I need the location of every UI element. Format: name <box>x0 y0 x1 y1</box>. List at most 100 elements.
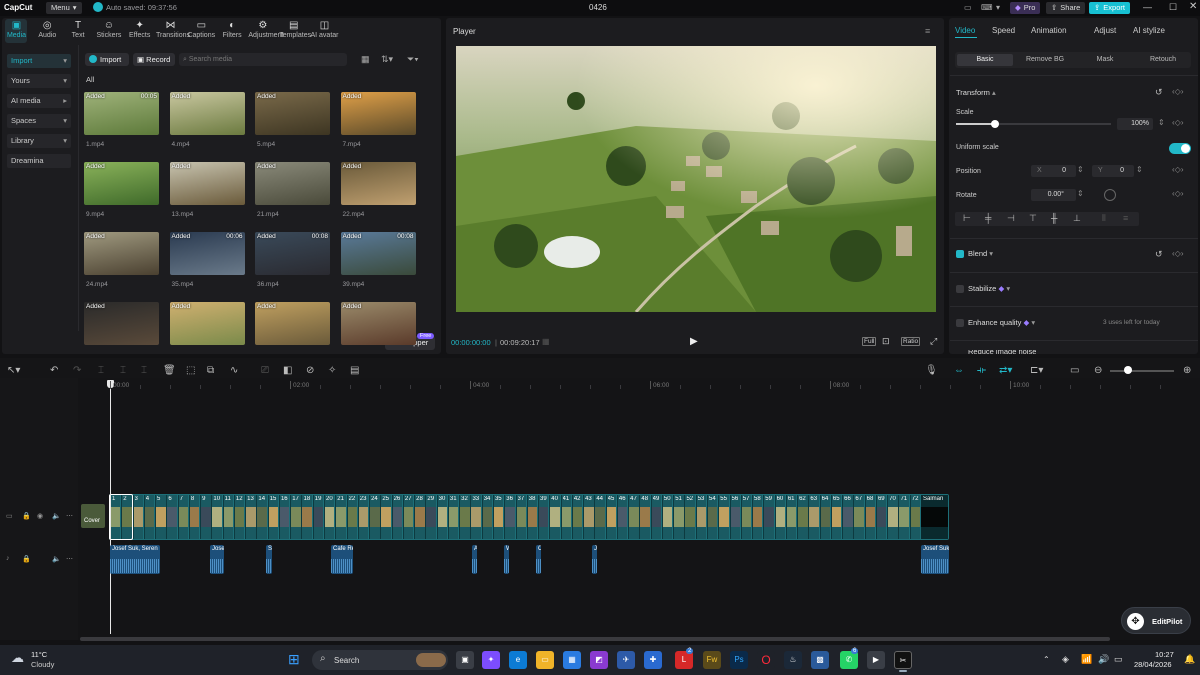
media-thumbnail[interactable]: Added <box>84 302 159 345</box>
taskbar-search[interactable]: ⌕ Search <box>312 650 448 670</box>
timeline-clip[interactable]: 18 <box>301 495 312 539</box>
media-thumbnail[interactable]: Added 00:08 <box>255 232 330 275</box>
timeline-clip[interactable]: 19 <box>312 495 324 539</box>
media-thumbnail[interactable]: Added <box>84 232 159 275</box>
lock-icon[interactable]: 🔒 <box>22 555 31 563</box>
lock-icon[interactable]: 🔒 <box>22 512 31 520</box>
fireworks-icon[interactable]: Fw <box>703 651 721 669</box>
stepper-icon[interactable]: ⇕ <box>1077 165 1084 174</box>
timeline-clip[interactable]: 32 <box>459 495 470 539</box>
media-thumbnail[interactable]: Added <box>255 92 330 135</box>
timeline-clip[interactable]: 36 <box>504 495 515 539</box>
timeline-clip[interactable]: 38 <box>526 495 538 539</box>
player-preview[interactable] <box>456 46 936 312</box>
eye-icon[interactable]: ◉ <box>37 512 43 520</box>
windows-start-icon[interactable]: ⊞ <box>288 651 300 668</box>
magic-icon[interactable]: ✧ <box>328 365 336 376</box>
timeline-clip[interactable]: 47 <box>628 495 639 539</box>
timeline-clip[interactable]: 67 <box>853 495 864 539</box>
audio-clip[interactable]: A <box>472 545 477 574</box>
weather-icon[interactable]: ☁ <box>11 650 24 666</box>
timeline-clip[interactable]: 69 <box>875 495 887 539</box>
timeline-scrollbar[interactable] <box>80 637 1110 641</box>
audio-clip[interactable]: Josef Suk <box>921 545 949 574</box>
app-icon-2[interactable]: ✚ <box>644 651 662 669</box>
tray-chevron-icon[interactable]: ⌃ <box>1043 655 1050 664</box>
timeline-clip[interactable]: 54 <box>706 495 718 539</box>
timeline-clip[interactable]: 56 <box>729 495 740 539</box>
subtab-basic[interactable]: Basic <box>957 54 1013 66</box>
split-right-icon[interactable]: ⌶ <box>141 365 147 376</box>
timeline-clip[interactable]: 5 <box>155 495 166 539</box>
split-left-icon[interactable]: ⌶ <box>120 365 126 376</box>
volume-icon[interactable]: 🔊 <box>1098 654 1109 665</box>
toolbar-captions[interactable]: ▭ Captions <box>187 20 216 39</box>
toolbar-stickers[interactable]: ☺ Stickers <box>94 20 123 39</box>
timeline-clip[interactable]: 10 <box>211 495 222 539</box>
timeline-clip[interactable]: 61 <box>785 495 797 539</box>
media-thumbnail[interactable]: Added <box>255 302 330 345</box>
media-thumbnail[interactable]: Added <box>169 162 245 205</box>
search-input[interactable]: ⌕ Search media <box>179 53 347 66</box>
sort-icon[interactable]: ⇅▾ <box>381 54 393 65</box>
battery-icon[interactable]: ▭ <box>1114 654 1123 665</box>
capcut-icon[interactable]: ✂ <box>894 651 912 669</box>
tab-animation[interactable]: Animation <box>1031 26 1067 35</box>
flip-icon[interactable]: ◧ <box>283 365 292 376</box>
shortcuts-icon[interactable]: ⌨ <box>981 3 993 12</box>
media-thumbnail[interactable]: Added <box>340 162 416 205</box>
keyframe-icon[interactable]: ‹◇› <box>1172 189 1183 198</box>
media-player-icon[interactable]: ▶ <box>867 651 885 669</box>
player-menu-icon[interactable]: ≡ <box>925 26 930 36</box>
blend-label[interactable]: Blend ▾ <box>968 249 993 258</box>
timeline-clip[interactable]: 13 <box>245 495 256 539</box>
media-thumbnail[interactable]: Added <box>340 302 416 345</box>
split-icon[interactable]: ⌶ <box>98 365 104 376</box>
full-quality-button[interactable]: Full <box>862 337 877 346</box>
media-thumbnail[interactable]: Added <box>340 92 416 135</box>
zoom-out-icon[interactable]: ⊖ <box>1094 365 1102 376</box>
enhance-checkbox[interactable] <box>956 319 964 327</box>
media-thumbnail[interactable]: Added <box>169 92 245 135</box>
subtab-mask[interactable]: Mask <box>1077 54 1133 66</box>
nav-spaces[interactable]: Spaces ▾ <box>7 114 71 128</box>
timeline-clip[interactable]: 16 <box>278 495 290 539</box>
timeline-clip[interactable]: 22 <box>346 495 357 539</box>
caption-icon[interactable]: ▤ <box>350 365 359 376</box>
timeline-clip[interactable]: 6 <box>166 495 177 539</box>
timeline-clip[interactable]: 55 <box>718 495 729 539</box>
nav-dreamina[interactable]: Dreamina <box>7 154 71 168</box>
align-left-icon[interactable]: ⊢ <box>963 213 971 224</box>
microphone-icon[interactable]: 🎙 <box>925 365 938 376</box>
minimize-icon[interactable]: — <box>1143 2 1152 12</box>
keyframe-icon[interactable]: ‹◇› <box>1172 165 1183 174</box>
play-icon[interactable]: ▶ <box>690 336 698 347</box>
fullscreen-icon[interactable]: ⤢ <box>930 336 937 347</box>
rotate-dial[interactable] <box>1104 189 1116 201</box>
tab-ai-stylize[interactable]: AI stylize <box>1133 26 1165 35</box>
playhead[interactable] <box>110 380 111 634</box>
timeline-clip[interactable]: 15 <box>267 495 279 539</box>
timecode-icon[interactable]: ▦ <box>542 337 550 346</box>
ratio-button[interactable]: Ratio <box>901 337 921 346</box>
layout-icon[interactable]: ▭ <box>964 3 972 12</box>
timeline-clip[interactable]: 42 <box>571 495 583 539</box>
media-thumbnail[interactable]: Added <box>169 302 245 345</box>
maximize-icon[interactable]: ☐ <box>1169 2 1177 13</box>
media-thumbnail[interactable]: Added 00:06 <box>169 232 245 275</box>
app-icon[interactable]: ✈ <box>617 651 635 669</box>
align-top-icon[interactable]: ⊤ <box>1029 213 1037 224</box>
timeline-clip[interactable]: 41 <box>560 495 571 539</box>
keyframe-icon[interactable]: ‹◇› <box>1172 87 1183 96</box>
media-thumbnail[interactable]: Added 00:08 <box>340 232 416 275</box>
timeline-clip[interactable]: 1 <box>110 495 121 539</box>
audio-clip[interactable]: J <box>592 545 597 574</box>
edge-icon[interactable]: e <box>509 651 527 669</box>
menu-button[interactable]: Menu ▾ <box>46 2 82 14</box>
rotate-field[interactable]: 0.00° <box>1031 189 1076 201</box>
main-track-magnet-icon[interactable]: ⇔ <box>954 365 964 376</box>
timeline-clip[interactable]: 62 <box>797 495 808 539</box>
toolbar-effects[interactable]: ✦ Effects <box>125 20 154 39</box>
tray-app-icon[interactable]: ◈ <box>1062 654 1069 665</box>
timeline-clip[interactable]: 64 <box>819 495 831 539</box>
